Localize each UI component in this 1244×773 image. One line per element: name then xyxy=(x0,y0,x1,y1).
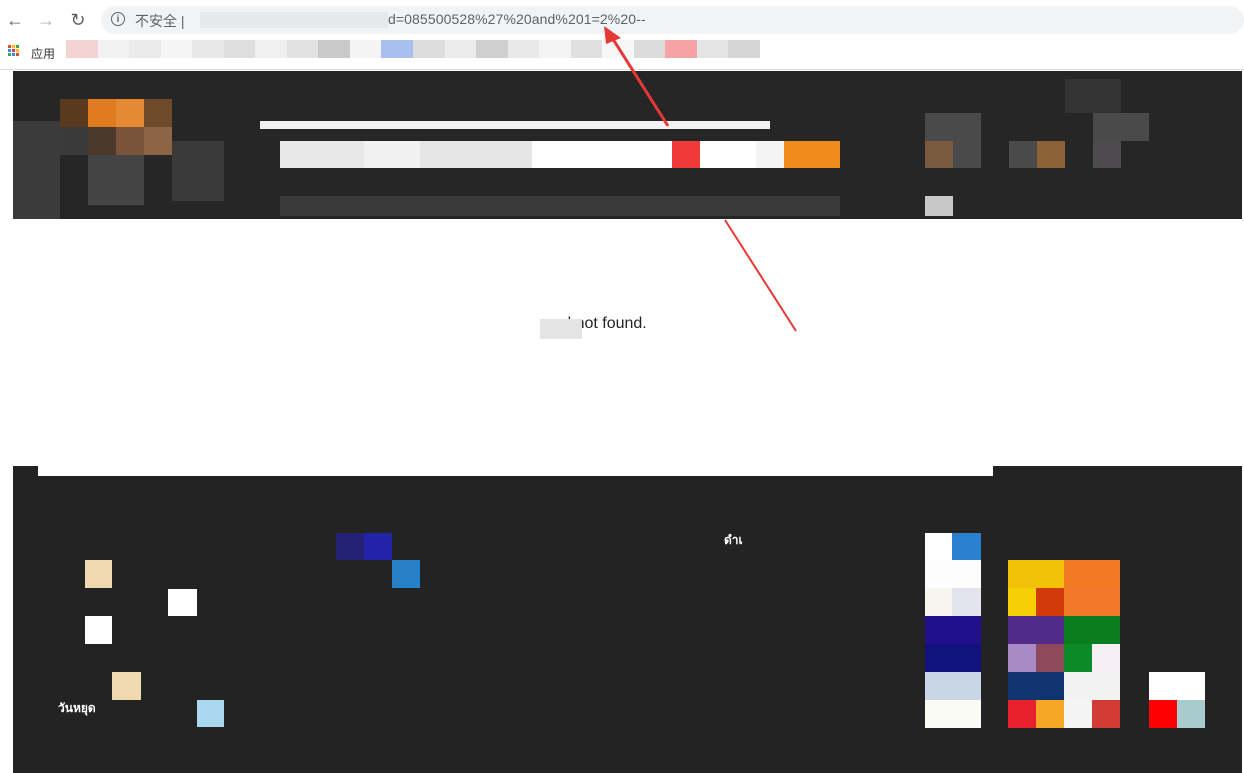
info-icon[interactable]: i xyxy=(111,12,125,26)
arrow-right-icon: → xyxy=(37,10,55,30)
reload-icon: ↻ xyxy=(70,10,86,30)
bookmark-apps[interactable]: 应用 xyxy=(31,45,55,62)
url-redacted xyxy=(200,12,388,28)
footer-label-holiday: วันหยุด xyxy=(58,701,96,715)
footer-label: ดำเ xyxy=(724,533,743,547)
bookmarks-redacted xyxy=(66,40,761,58)
url-text[interactable]: d=085500528%27%20and%201=2%20-- xyxy=(388,11,646,27)
message-redacted-prefix xyxy=(540,319,582,339)
back-button[interactable]: ← xyxy=(3,8,27,32)
annotation-line xyxy=(724,219,797,332)
forward-button[interactable]: → xyxy=(34,8,58,32)
security-indicator[interactable]: 不安全 | xyxy=(135,11,185,31)
site-header-redacted xyxy=(13,71,1242,219)
reload-button[interactable]: ↻ xyxy=(66,8,90,32)
arrow-left-icon: ← xyxy=(6,10,24,30)
toolbar-divider xyxy=(0,69,1244,70)
apps-grid-icon[interactable] xyxy=(8,45,20,57)
footer-top-edge xyxy=(38,462,993,476)
